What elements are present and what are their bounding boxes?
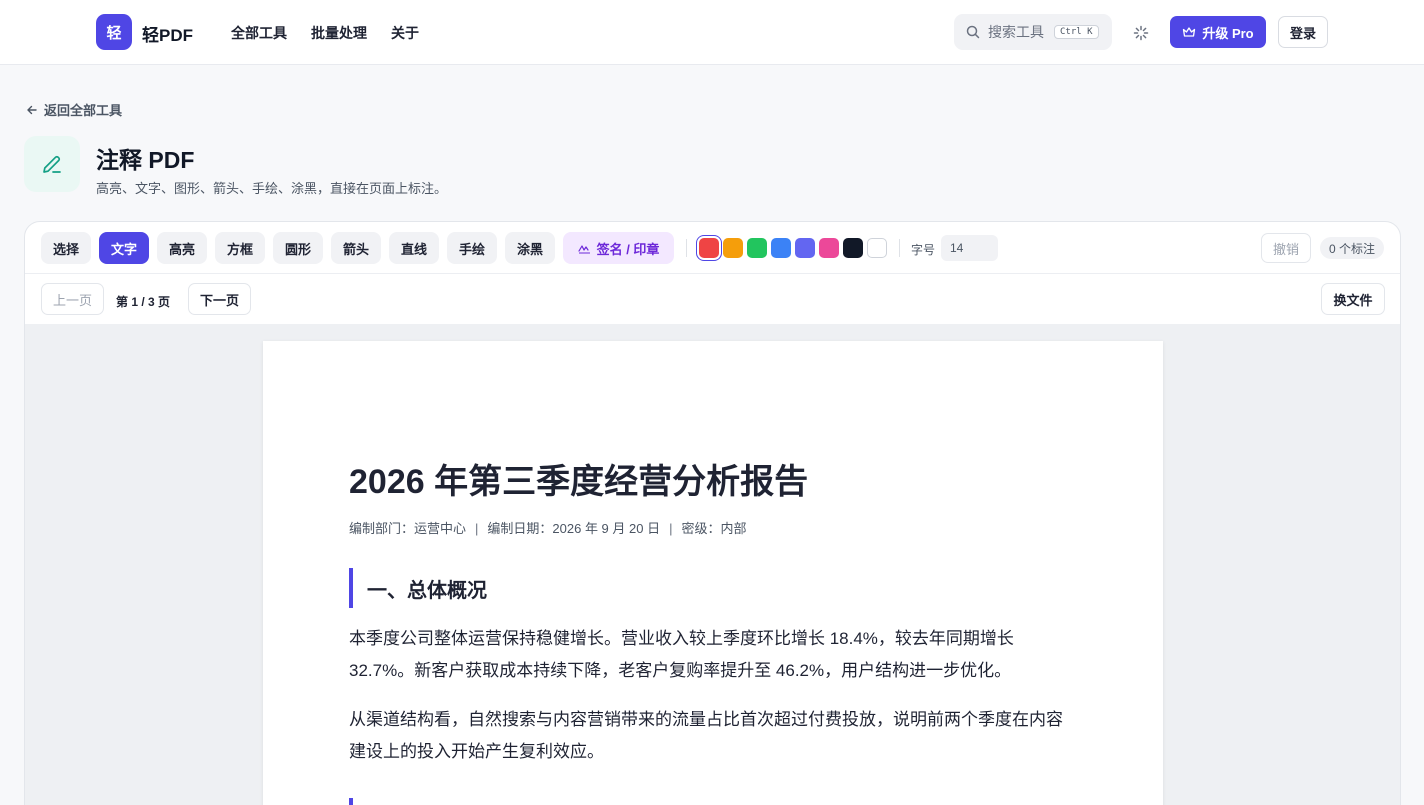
color-indigo-swatch[interactable]	[795, 238, 815, 258]
color-pink-swatch[interactable]	[819, 238, 839, 258]
undo-button[interactable]: 撤销	[1261, 233, 1311, 263]
loading-spinner-icon[interactable]	[1128, 20, 1154, 46]
tool-text[interactable]: 文字	[99, 232, 149, 264]
pen-icon	[24, 136, 80, 192]
nav-batch[interactable]: 批量处理	[311, 23, 367, 43]
logo-icon[interactable]: 轻	[96, 14, 132, 50]
tool-arrow[interactable]: 箭头	[331, 232, 381, 264]
search-shortcut: Ctrl K	[1054, 25, 1099, 39]
back-label: 返回全部工具	[44, 103, 123, 118]
tool-circle[interactable]: 圆形	[273, 232, 323, 264]
color-white-swatch[interactable]	[867, 238, 887, 258]
nav-all-tools[interactable]: 全部工具	[231, 23, 287, 43]
tool-signature-stamp[interactable]: 签名 / 印章	[563, 232, 674, 264]
doc-paragraph: 本季度公司整体运营保持稳健增长。营业收入较上季度环比增长 18.4%，较去年同期…	[349, 629, 1014, 680]
tool-redact[interactable]: 涂黑	[505, 232, 555, 264]
doc-meta-level: 密级：内部	[681, 521, 747, 536]
color-orange-swatch[interactable]	[723, 238, 743, 258]
top-header: 轻 轻PDF 全部工具 批量处理 关于 搜索工具 Ctrl K 升级 Pro 登…	[0, 0, 1424, 65]
doc-meta-dept: 编制部门：运营中心	[349, 521, 467, 536]
next-page-button[interactable]: 下一页	[188, 283, 251, 315]
upgrade-pro-button[interactable]: 升级 Pro	[1170, 16, 1266, 48]
signature-label: 签名 / 印章	[596, 241, 660, 257]
prev-page-button[interactable]: 上一页	[41, 283, 104, 315]
crown-icon	[1183, 27, 1196, 37]
color-red-swatch[interactable]	[699, 238, 719, 258]
nav-about[interactable]: 关于	[391, 23, 419, 43]
page-indicator: 第 1 / 3 页	[116, 295, 171, 309]
toolbar-divider	[899, 239, 900, 257]
back-link[interactable]: 返回全部工具	[26, 100, 122, 119]
tool-line[interactable]: 直线	[389, 232, 439, 264]
annotation-toolbar: 选择 文字 高亮 方框 圆形 箭头 直线 手绘 涂黑 签名 / 印章 字号 14…	[25, 222, 1400, 274]
doc-title: 2026 年第三季度经营分析报告	[349, 463, 809, 501]
doc-meta-date: 编制日期：2026 年 9 月 20 日	[487, 521, 661, 536]
brand-name[interactable]: 轻PDF	[142, 21, 193, 46]
pdf-page[interactable]: 2026 年第三季度经营分析报告 编制部门：运营中心 | 编制日期：2026 年 9…	[263, 341, 1163, 805]
upgrade-pro-label: 升级 Pro	[1202, 25, 1254, 41]
search-input[interactable]: 搜索工具 Ctrl K	[954, 14, 1112, 50]
doc-section-heading: 一、总体概况	[349, 568, 487, 608]
tool-freehand[interactable]: 手绘	[447, 232, 497, 264]
login-button[interactable]: 登录	[1278, 16, 1328, 48]
main-nav: 全部工具 批量处理 关于	[231, 23, 419, 43]
pdf-canvas[interactable]: 2026 年第三季度经营分析报告 编制部门：运营中心 | 编制日期：2026 年 9…	[25, 324, 1400, 805]
annotation-count-badge: 0 个标注	[1320, 237, 1385, 259]
toolbar-divider	[686, 239, 687, 257]
search-placeholder: 搜索工具	[988, 24, 1044, 40]
change-file-button[interactable]: 换文件	[1321, 283, 1385, 315]
font-size-input[interactable]: 14	[941, 235, 998, 261]
tool-rectangle[interactable]: 方框	[215, 232, 265, 264]
page-navigation: 上一页 第 1 / 3 页 下一页 换文件	[25, 274, 1400, 324]
doc-paragraph: 从渠道结构看，自然搜索与内容营销带来的流量占比首次超过付费投放，说明前两个季度在…	[349, 710, 1063, 761]
font-size-label: 字号	[911, 243, 936, 257]
doc-meta: 编制部门：运营中心 | 编制日期：2026 年 9 月 20 日 | 密级：内部	[349, 518, 746, 537]
search-icon	[966, 25, 980, 39]
color-green-swatch[interactable]	[747, 238, 767, 258]
meta-separator: |	[475, 521, 479, 536]
meta-separator: |	[669, 521, 673, 536]
tool-highlight[interactable]: 高亮	[157, 232, 207, 264]
doc-section-heading-bar	[349, 798, 353, 805]
signature-icon	[577, 244, 590, 254]
arrow-left-icon	[27, 105, 37, 114]
color-black-swatch[interactable]	[843, 238, 863, 258]
color-blue-swatch[interactable]	[771, 238, 791, 258]
page-title: 注释 PDF	[96, 147, 195, 173]
annotate-panel: 选择 文字 高亮 方框 圆形 箭头 直线 手绘 涂黑 签名 / 印章 字号 14…	[24, 221, 1401, 805]
tool-select[interactable]: 选择	[41, 232, 91, 264]
page-subtitle: 高亮、文字、图形、箭头、手绘、涂黑，直接在页面上标注。	[96, 181, 448, 196]
